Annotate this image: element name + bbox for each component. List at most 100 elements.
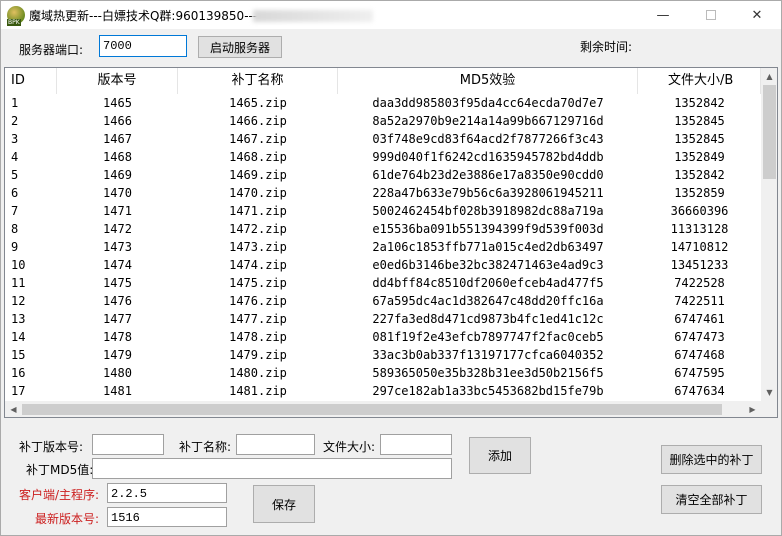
column-header-id[interactable]: ID xyxy=(5,68,57,94)
file-size-label: 文件大小: xyxy=(323,440,376,454)
cell-md5: 8a52a2970b9e214a14a99b667129716d xyxy=(372,114,604,128)
vertical-scroll-thumb[interactable] xyxy=(763,85,776,179)
cell-version: 1479 xyxy=(103,348,132,362)
title-bar[interactable]: BPK 魔域热更新---白嫖技术Q群:960139850--- — ✕ xyxy=(1,1,781,29)
table-row[interactable]: 13 1477 1477.zip 227fa3ed8d471cd9873b4fc1ed… xyxy=(5,310,761,328)
cell-patch-name: 1481.zip xyxy=(229,384,287,398)
cell-md5: 227fa3ed8d471cd9873b4fc1ed41c12c xyxy=(372,312,604,326)
table-row[interactable]: 2 1466 1466.zip 8a52a2970b9e214a14a99b66712… xyxy=(5,112,761,130)
cell-file-size: 6747634 xyxy=(674,384,725,398)
scroll-up-arrow-icon[interactable]: ▲ xyxy=(761,68,777,85)
cell-version: 1470 xyxy=(103,186,132,200)
vertical-scrollbar[interactable]: ▲ ▼ xyxy=(761,68,777,401)
cell-patch-name: 1478.zip xyxy=(229,330,287,344)
cell-file-size: 11313128 xyxy=(670,222,729,236)
start-server-button[interactable]: 启动服务器 xyxy=(198,36,282,58)
cell-id: 15 xyxy=(11,348,26,362)
cell-md5: 081f19f2e43efcb7897747f2fac0ceb5 xyxy=(372,330,604,344)
cell-version: 1471 xyxy=(103,204,132,218)
close-button[interactable]: ✕ xyxy=(735,1,779,29)
table-row[interactable]: 11 1475 1475.zip dd4bff84c8510df2060efceb4a… xyxy=(5,274,761,292)
scroll-down-arrow-icon[interactable]: ▼ xyxy=(761,384,777,401)
table-row[interactable]: 1 1465 1465.zip daa3dd985803f95da4cc64ecda7… xyxy=(5,94,761,112)
cell-version: 1475 xyxy=(103,276,132,290)
column-header-file-size[interactable]: 文件大小/B xyxy=(638,68,761,94)
cell-md5: 33ac3b0ab337f13197177cfca6040352 xyxy=(372,348,604,362)
cell-id: 13 xyxy=(11,312,26,326)
cell-version: 1473 xyxy=(103,240,132,254)
clear-all-patches-button[interactable]: 清空全部补丁 xyxy=(661,485,762,514)
cell-md5: 297ce182ab1a33bc5453682bd15fe79b xyxy=(372,384,604,398)
cell-patch-name: 1470.zip xyxy=(229,186,287,200)
column-header-patch-name[interactable]: 补丁名称 xyxy=(178,68,338,94)
cell-patch-name: 1475.zip xyxy=(229,276,287,290)
cell-patch-name: 1467.zip xyxy=(229,132,287,146)
cell-id: 6 xyxy=(11,186,19,200)
port-input[interactable]: 7000 xyxy=(99,35,187,57)
cell-patch-name: 1480.zip xyxy=(229,366,287,380)
patch-list[interactable]: ID 版本号 补丁名称 MD5效验 文件大小/B 1 1465 1465.zip da… xyxy=(4,67,778,418)
file-size-input[interactable] xyxy=(380,434,452,455)
table-row[interactable]: 5 1469 1469.zip 61de764b23d2e3886e17a8350e9… xyxy=(5,166,761,184)
add-patch-button[interactable]: 添加 xyxy=(469,437,531,474)
column-header-md5[interactable]: MD5效验 xyxy=(338,68,638,94)
cell-patch-name: 1465.zip xyxy=(229,96,287,110)
table-row[interactable]: 4 1468 1468.zip 999d040f1f6242cd1635945782b… xyxy=(5,148,761,166)
cell-file-size: 36660396 xyxy=(670,204,729,218)
cell-id: 17 xyxy=(11,384,26,398)
table-row[interactable]: 12 1476 1476.zip 67a595dc4ac1d382647c48dd20… xyxy=(5,292,761,310)
patch-version-input[interactable] xyxy=(92,434,164,455)
cell-version: 1469 xyxy=(103,168,132,182)
patch-version-label: 补丁版本号: xyxy=(19,440,84,454)
column-header-version[interactable]: 版本号 xyxy=(57,68,178,94)
patch-md5-input[interactable] xyxy=(92,458,452,479)
cell-md5: dd4bff84c8510df2060efceb4ad477f5 xyxy=(372,276,604,290)
table-row[interactable]: 8 1472 1472.zip e15536ba091b551394399f9d539… xyxy=(5,220,761,238)
save-button[interactable]: 保存 xyxy=(253,485,315,523)
title-redacted xyxy=(253,10,373,22)
client-main-version-input[interactable]: 2.2.5 xyxy=(107,483,227,503)
app-icon-badge: BPK xyxy=(7,19,21,26)
patch-list-body: 1 1465 1465.zip daa3dd985803f95da4cc64ecda7… xyxy=(5,94,761,399)
cell-id: 9 xyxy=(11,240,19,254)
cell-version: 1472 xyxy=(103,222,132,236)
cell-patch-name: 1474.zip xyxy=(229,258,287,272)
table-row[interactable]: 16 1480 1480.zip 589365050e35b328b31ee3d50b… xyxy=(5,364,761,382)
cell-md5: 2a106c1853ffb771a015c4ed2db63497 xyxy=(372,240,604,254)
table-row[interactable]: 17 1481 1481.zip 297ce182ab1a33bc5453682bd1… xyxy=(5,382,761,399)
cell-id: 7 xyxy=(11,204,19,218)
cell-version: 1474 xyxy=(103,258,132,272)
cell-file-size: 1352859 xyxy=(674,186,725,200)
table-row[interactable]: 3 1467 1467.zip 03f748e9cd83f64acd2f7877266… xyxy=(5,130,761,148)
cell-file-size: 1352842 xyxy=(674,96,725,110)
cell-version: 1467 xyxy=(103,132,132,146)
cell-id: 2 xyxy=(11,114,19,128)
minimize-button[interactable]: — xyxy=(641,1,685,29)
cell-file-size: 1352845 xyxy=(674,114,725,128)
patch-md5-label: 补丁MD5值: xyxy=(26,463,94,477)
table-row[interactable]: 15 1479 1479.zip 33ac3b0ab337f13197177cfca6… xyxy=(5,346,761,364)
cell-md5: daa3dd985803f95da4cc64ecda70d7e7 xyxy=(372,96,604,110)
horizontal-scrollbar[interactable]: ◀ ▶ xyxy=(5,401,761,417)
scroll-right-arrow-icon[interactable]: ▶ xyxy=(744,401,761,417)
cell-file-size: 6747473 xyxy=(674,330,725,344)
table-row[interactable]: 10 1474 1474.zip e0ed6b3146be32bc382471463e… xyxy=(5,256,761,274)
latest-version-input[interactable]: 1516 xyxy=(107,507,227,527)
patch-name-input[interactable] xyxy=(236,434,315,455)
horizontal-scroll-thumb[interactable] xyxy=(22,404,722,415)
cell-file-size: 6747595 xyxy=(674,366,725,380)
window-title: 魔域热更新---白嫖技术Q群:960139850--- xyxy=(29,9,258,23)
cell-file-size: 1352845 xyxy=(674,132,725,146)
cell-id: 5 xyxy=(11,168,19,182)
cell-patch-name: 1469.zip xyxy=(229,168,287,182)
cell-md5: 589365050e35b328b31ee3d50b2156f5 xyxy=(372,366,604,380)
cell-id: 8 xyxy=(11,222,19,236)
cell-md5: 5002462454bf028b3918982dc88a719a xyxy=(372,204,604,218)
close-icon: ✕ xyxy=(751,7,763,23)
table-row[interactable]: 7 1471 1471.zip 5002462454bf028b3918982dc88… xyxy=(5,202,761,220)
scroll-left-arrow-icon[interactable]: ◀ xyxy=(5,401,22,417)
table-row[interactable]: 9 1473 1473.zip 2a106c1853ffb771a015c4ed2db… xyxy=(5,238,761,256)
table-row[interactable]: 6 1470 1470.zip 228a47b633e79b56c6a39280619… xyxy=(5,184,761,202)
table-row[interactable]: 14 1478 1478.zip 081f19f2e43efcb7897747f2fa… xyxy=(5,328,761,346)
delete-selected-patch-button[interactable]: 删除选中的补丁 xyxy=(661,445,762,474)
